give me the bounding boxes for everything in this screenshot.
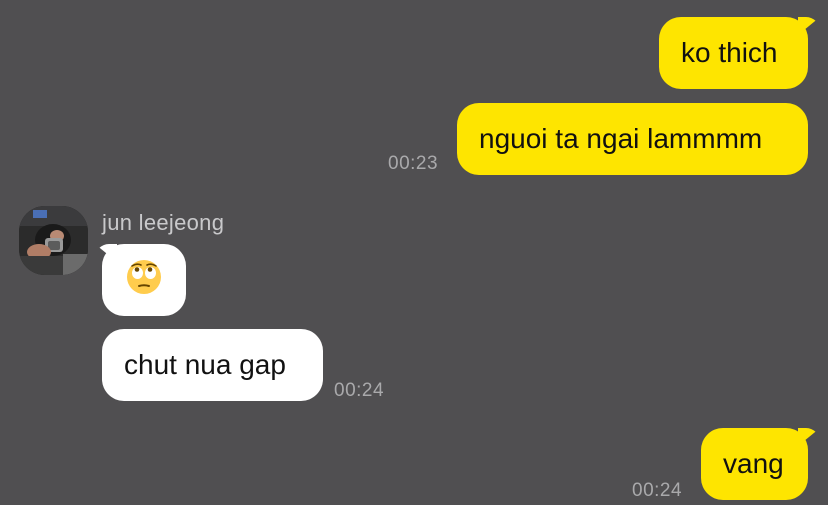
message-bubble-outgoing[interactable]: ko thich [659, 17, 808, 89]
message-text: chut nua gap [124, 349, 286, 380]
message-timestamp: 00:23 [388, 153, 439, 174]
message-bubble-incoming[interactable]: chut nua gap [102, 329, 323, 401]
message-text: ko thich [681, 37, 778, 68]
message-timestamp: 00:24 [632, 480, 683, 501]
avatar-photo [19, 206, 88, 275]
message-text: nguoi ta ngai lammmm [479, 123, 763, 154]
avatar[interactable] [19, 206, 88, 275]
message-bubble-outgoing[interactable]: nguoi ta ngai lammmm [457, 103, 808, 175]
bubble-tail [798, 17, 820, 35]
sender-name: jun leejeong [102, 210, 225, 235]
message-bubble-outgoing[interactable]: vang [701, 428, 808, 500]
message-text: vang [723, 448, 784, 479]
bubble-tail [798, 428, 820, 446]
face-with-rolling-eyes-icon [126, 259, 162, 302]
message-timestamp: 00:24 [334, 380, 385, 401]
